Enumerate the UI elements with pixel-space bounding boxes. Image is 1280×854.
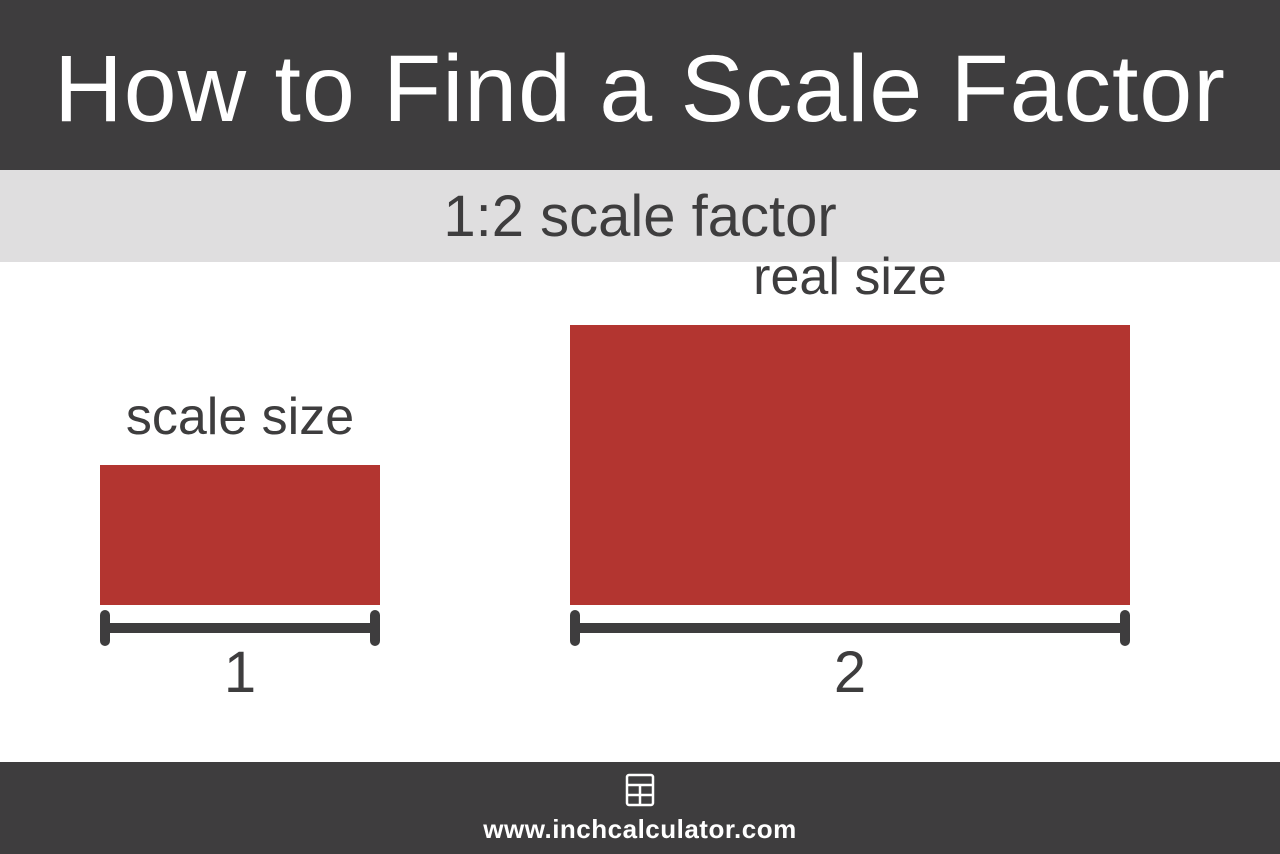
scale-size-label: scale size [126, 387, 354, 447]
measure-cap-right-icon [370, 610, 380, 646]
real-size-rectangle [570, 325, 1130, 605]
diagram-content: scale size 1 real size 2 [0, 262, 1280, 762]
calculator-icon [622, 772, 658, 808]
scale-size-measure: 1 [100, 623, 380, 706]
measure-line-icon [570, 623, 1130, 633]
scale-size-group: scale size 1 [100, 387, 380, 706]
measure-cap-left-icon [570, 610, 580, 646]
scale-factor-label: 1:2 scale factor [443, 183, 836, 250]
scale-size-rectangle [100, 465, 380, 605]
real-size-value: 2 [570, 639, 1130, 706]
page-title: How to Find a Scale Factor [54, 35, 1226, 144]
measure-cap-right-icon [1120, 610, 1130, 646]
footer-bar: www.inchcalculator.com [0, 762, 1280, 854]
scale-size-value: 1 [100, 639, 380, 706]
real-size-group: real size 2 [570, 247, 1130, 706]
real-size-label: real size [753, 247, 947, 307]
real-size-measure: 2 [570, 623, 1130, 706]
header-bar: How to Find a Scale Factor [0, 0, 1280, 170]
measure-line-icon [100, 623, 380, 633]
footer-url: www.inchcalculator.com [483, 814, 796, 845]
measure-cap-left-icon [100, 610, 110, 646]
